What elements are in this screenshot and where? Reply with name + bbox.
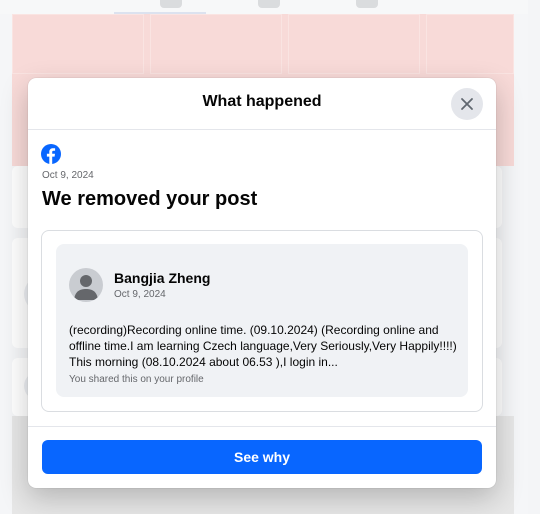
facebook-icon [41,144,61,164]
dialog-header: What happened [28,78,496,130]
post-text: (recording)Recording online time. (09.10… [69,323,457,369]
what-happened-dialog: What happened Oct 9, 2024 We removed you… [28,78,496,488]
see-why-button[interactable]: See why [42,440,482,474]
footer-divider [28,426,496,427]
close-button[interactable] [451,88,483,120]
removed-post-preview: Bangjia Zheng Oct 9, 2024 (recording)Rec… [56,244,468,397]
removed-post-frame: Bangjia Zheng Oct 9, 2024 (recording)Rec… [41,230,483,412]
post-date: Oct 9, 2024 [114,289,166,300]
close-icon [461,98,473,110]
notice-date: Oct 9, 2024 [42,170,94,181]
dialog-title: What happened [202,93,322,110]
default-avatar-icon [74,275,98,300]
shared-note: You shared this on your profile [69,374,204,385]
avatar [69,268,103,302]
post-author: Bangjia Zheng [114,270,211,286]
notice-headline: We removed your post [42,188,258,210]
